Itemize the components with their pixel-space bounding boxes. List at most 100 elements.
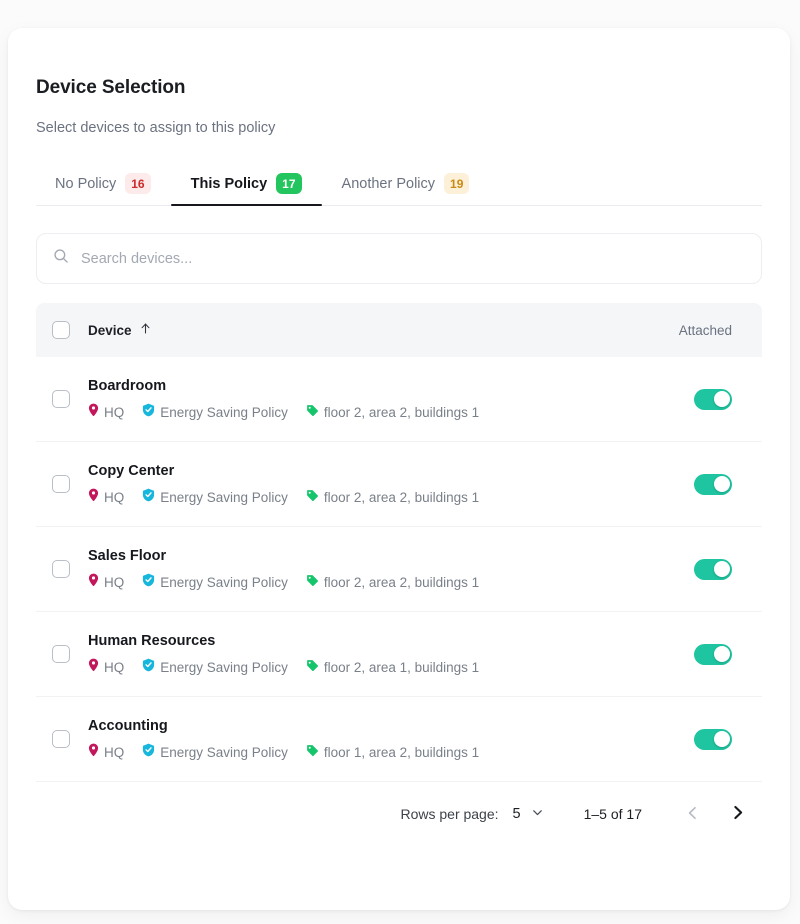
- rows-per-page-value: 5: [512, 806, 521, 822]
- table-row[interactable]: Accounting HQ Energy Saving Policy floor…: [36, 697, 762, 782]
- attached-cell: [694, 473, 746, 495]
- search-box[interactable]: [36, 233, 762, 284]
- tag-icon: [306, 404, 319, 421]
- previous-page-button[interactable]: [682, 801, 704, 827]
- map-pin-icon: [88, 573, 99, 591]
- toggle-knob: [713, 391, 730, 407]
- search-icon: [53, 248, 69, 269]
- device-meta: HQ Energy Saving Policy: [88, 403, 479, 421]
- search-area: [36, 233, 762, 284]
- site-meta: HQ: [88, 743, 124, 761]
- tab-another-policy[interactable]: Another Policy 19: [322, 173, 490, 205]
- tags-label: floor 1, area 2, buildings 1: [323, 744, 480, 760]
- tags-meta: floor 2, area 2, buildings 1: [306, 574, 479, 591]
- device-name: Human Resources: [88, 633, 216, 649]
- shield-check-icon: [142, 488, 155, 506]
- table-row[interactable]: Human Resources HQ Energy Saving Policy …: [36, 612, 762, 697]
- map-pin-icon: [88, 743, 99, 761]
- attached-cell: [694, 728, 746, 750]
- policy-label: Energy Saving Policy: [160, 659, 288, 675]
- row-select-checkbox[interactable]: [52, 560, 70, 578]
- attached-cell: [694, 643, 746, 665]
- map-pin-icon: [88, 403, 99, 421]
- tab-this-policy-badge: 17: [276, 173, 302, 194]
- app-root: Device Selection Select devices to assig…: [0, 0, 800, 924]
- tags-meta: floor 1, area 2, buildings 1: [306, 744, 479, 761]
- attached-toggle[interactable]: [694, 558, 732, 580]
- device-name: Sales Floor: [88, 548, 167, 564]
- device-cell: Accounting HQ Energy Saving Policy floor…: [88, 717, 479, 761]
- device-cell: Copy Center HQ Energy Saving Policy floo…: [88, 462, 479, 506]
- device-selection-card: Device Selection Select devices to assig…: [8, 28, 790, 910]
- search-input[interactable]: [81, 250, 745, 267]
- policy-meta: Energy Saving Policy: [142, 403, 288, 421]
- attached-toggle[interactable]: [694, 388, 732, 410]
- device-cell: Boardroom HQ Energy Saving Policy floor …: [88, 377, 479, 421]
- policy-tabs: No Policy 16 This Policy 17 Another Poli…: [36, 166, 762, 206]
- toggle-knob: [713, 731, 730, 747]
- tags-meta: floor 2, area 2, buildings 1: [306, 404, 479, 421]
- column-header-device[interactable]: Device: [88, 322, 152, 338]
- tab-no-policy-badge: 16: [125, 173, 151, 194]
- device-name: Copy Center: [88, 463, 175, 479]
- toggle-knob: [713, 561, 730, 577]
- tags-label: floor 2, area 2, buildings 1: [323, 404, 480, 420]
- table-row[interactable]: Copy Center HQ Energy Saving Policy floo…: [36, 442, 762, 527]
- arrow-up-icon: [139, 322, 152, 338]
- site-meta: HQ: [88, 573, 124, 591]
- shield-check-icon: [142, 743, 155, 761]
- site-label: HQ: [104, 489, 125, 505]
- tag-icon: [306, 744, 319, 761]
- policy-label: Energy Saving Policy: [160, 744, 288, 760]
- shield-check-icon: [142, 658, 155, 676]
- site-meta: HQ: [88, 488, 124, 506]
- column-header-device-label: Device: [88, 322, 132, 338]
- tags-label: floor 2, area 2, buildings 1: [323, 574, 480, 590]
- device-name: Boardroom: [88, 378, 167, 394]
- chevron-right-icon: [729, 804, 746, 824]
- policy-meta: Energy Saving Policy: [142, 658, 288, 676]
- row-select-checkbox[interactable]: [52, 475, 70, 493]
- policy-meta: Energy Saving Policy: [142, 573, 288, 591]
- rows-per-page-select[interactable]: 5: [513, 806, 544, 823]
- next-page-button[interactable]: [726, 801, 748, 827]
- tab-no-policy-label: No Policy: [55, 175, 117, 192]
- device-cell: Human Resources HQ Energy Saving Policy …: [88, 632, 479, 676]
- tag-icon: [306, 489, 319, 506]
- device-meta: HQ Energy Saving Policy: [88, 573, 479, 591]
- toggle-knob: [713, 646, 730, 662]
- table-header-row: Device Attached: [36, 303, 762, 357]
- policy-label: Energy Saving Policy: [160, 574, 288, 590]
- tag-icon: [306, 659, 319, 676]
- device-meta: HQ Energy Saving Policy: [88, 743, 479, 761]
- attached-toggle[interactable]: [694, 473, 732, 495]
- attached-toggle[interactable]: [694, 728, 732, 750]
- tags-meta: floor 2, area 2, buildings 1: [306, 489, 479, 506]
- device-table: Device Attached Boardroom HQ Energy Savi…: [36, 303, 762, 782]
- tab-this-policy-label: This Policy: [190, 175, 268, 192]
- tags-meta: floor 2, area 1, buildings 1: [306, 659, 479, 676]
- table-row[interactable]: Sales Floor HQ Energy Saving Policy floo…: [36, 527, 762, 612]
- policy-meta: Energy Saving Policy: [142, 488, 288, 506]
- tab-this-policy[interactable]: This Policy 17: [170, 173, 322, 206]
- device-meta: HQ Energy Saving Policy: [88, 488, 479, 506]
- tab-no-policy[interactable]: No Policy 16: [36, 173, 171, 205]
- tab-another-policy-label: Another Policy: [341, 175, 436, 192]
- page-title: Device Selection: [36, 77, 186, 98]
- select-all-checkbox[interactable]: [52, 321, 70, 339]
- row-select-checkbox[interactable]: [52, 730, 70, 748]
- site-label: HQ: [104, 404, 125, 420]
- row-select-checkbox[interactable]: [52, 390, 70, 408]
- policy-label: Energy Saving Policy: [160, 489, 288, 505]
- pagination: Rows per page: 5 1–5 of 17: [36, 782, 762, 846]
- site-label: HQ: [104, 744, 125, 760]
- attached-cell: [694, 558, 746, 580]
- device-meta: HQ Energy Saving Policy: [88, 658, 479, 676]
- policy-meta: Energy Saving Policy: [142, 743, 288, 761]
- chevron-left-icon: [685, 805, 701, 824]
- table-row[interactable]: Boardroom HQ Energy Saving Policy floor …: [36, 357, 762, 442]
- tab-another-policy-badge: 19: [444, 173, 470, 194]
- map-pin-icon: [88, 658, 99, 676]
- row-select-checkbox[interactable]: [52, 645, 70, 663]
- attached-toggle[interactable]: [694, 643, 732, 665]
